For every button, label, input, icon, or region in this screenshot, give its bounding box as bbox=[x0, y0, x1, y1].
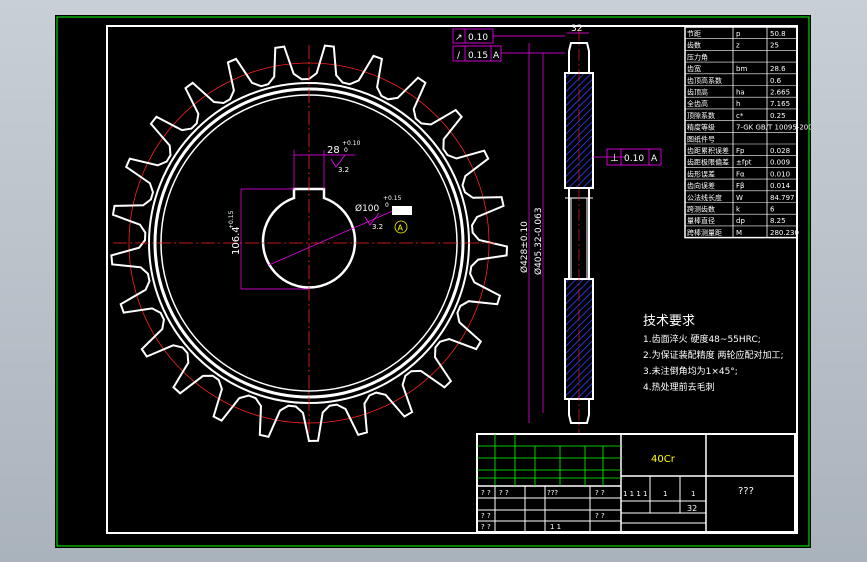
gear-drawing: 28 +0.10 0 3.2 106.4 +0.15 Ø100 +0.15 0 … bbox=[56, 16, 813, 547]
roughness-1: 3.2 bbox=[338, 166, 349, 174]
tb-cell: ? ? bbox=[481, 512, 491, 520]
param-value: 50.8 bbox=[770, 30, 786, 38]
tb-scale: 1 1 1 1 bbox=[623, 490, 648, 498]
param-label: 图纸件号 bbox=[687, 134, 715, 143]
front-view: 28 +0.10 0 3.2 106.4 +0.15 Ø100 +0.15 0 … bbox=[110, 44, 509, 443]
param-label: 公法线长度 bbox=[687, 193, 722, 202]
tb-cell: ? ? bbox=[481, 523, 491, 531]
dim-diam-1: Ø428±0.10 bbox=[519, 221, 530, 273]
param-value: 0.014 bbox=[770, 182, 791, 190]
param-label: 量棒直径 bbox=[687, 216, 715, 225]
dim-bore-tol-low: 0 bbox=[385, 202, 389, 209]
param-value: 2.665 bbox=[770, 89, 790, 97]
param-symbol: ha bbox=[736, 89, 745, 97]
bore-leader bbox=[268, 209, 396, 266]
gdt-3-value: 0.10 bbox=[624, 154, 644, 164]
material: 40Cr bbox=[651, 454, 676, 465]
dim-diam-2: Ø405.32-0.063 bbox=[533, 207, 544, 275]
notes-item-2: 2.为保证装配精度 两轮应配对加工; bbox=[643, 349, 783, 361]
gdt-2-value: 0.15 bbox=[468, 51, 488, 61]
param-symbol: M bbox=[736, 229, 742, 237]
param-value: 0.6 bbox=[770, 77, 782, 85]
param-symbol: Fp bbox=[736, 147, 745, 155]
bore-note-box bbox=[392, 206, 412, 215]
dim-key-width-tol-low: 0 bbox=[344, 147, 348, 154]
param-value: 84.797 bbox=[770, 194, 795, 202]
param-symbol: Fβ bbox=[736, 182, 745, 190]
param-value: 25 bbox=[770, 42, 779, 50]
param-label: 齿形误差 bbox=[687, 169, 715, 178]
param-symbol: Fα bbox=[736, 170, 745, 178]
tb-cell: 1 1 bbox=[550, 523, 561, 531]
gdt-1-value: 0.10 bbox=[468, 33, 488, 43]
gdt-3-symbol: ⊥ bbox=[610, 153, 619, 164]
param-value: 0.009 bbox=[770, 159, 790, 167]
param-symbol: p bbox=[736, 30, 741, 38]
param-label: 齿向误差 bbox=[687, 181, 715, 190]
title-block-grid bbox=[477, 434, 621, 486]
side-view: ↗ 0.10 / 0.15 A 32 Ø428±0.10 Ø405.32-0.0… bbox=[452, 24, 662, 435]
param-symbol: bm bbox=[736, 65, 747, 73]
technical-requirements: 技术要求 1.齿面淬火 硬度48~55HRC; 2.为保证装配精度 两轮应配对加… bbox=[643, 314, 783, 393]
gdt-2-datum: A bbox=[493, 51, 500, 61]
dim-bore: Ø100 bbox=[355, 203, 380, 214]
dim-key-depth-tol: +0.15 bbox=[228, 210, 235, 229]
tb-cell: ??? bbox=[547, 489, 558, 497]
param-label: 跨棒测量距 bbox=[687, 228, 722, 237]
tb-cell: ? ? bbox=[595, 489, 605, 497]
param-label: 全齿高 bbox=[687, 99, 708, 108]
drawing-name: ??? bbox=[738, 486, 754, 497]
param-value: 6 bbox=[770, 206, 775, 214]
tb-cell: 1 bbox=[663, 490, 667, 498]
param-label: 齿宽 bbox=[687, 64, 701, 73]
param-label: 齿距极限偏差 bbox=[687, 158, 729, 167]
gdt-1-symbol: ↗ bbox=[455, 33, 463, 43]
param-value: 7.165 bbox=[770, 100, 790, 108]
param-label: 节距 bbox=[687, 30, 701, 38]
roughness-2: 3.2 bbox=[372, 223, 383, 231]
param-symbol: dp bbox=[736, 217, 745, 225]
parameter-table: 节距 p 50.8 齿数 z 25 压力角齿宽 bm 28.6 齿顶高系数 0.6 齿顶高 ha 2.66… bbox=[684, 26, 813, 239]
param-label: 齿顶高系数 bbox=[687, 76, 722, 85]
param-symbol: ±fpt bbox=[736, 159, 752, 167]
param-symbol: z bbox=[736, 42, 740, 50]
param-value: 0.010 bbox=[770, 170, 790, 178]
drawing-sheet: 28 +0.10 0 3.2 106.4 +0.15 Ø100 +0.15 0 … bbox=[55, 15, 813, 548]
dim-key-depth: 106.4 bbox=[231, 226, 242, 255]
param-label: 齿数 bbox=[687, 41, 701, 50]
sheet-number: 32 bbox=[687, 504, 697, 513]
gdt-2-symbol: / bbox=[457, 51, 461, 61]
param-value: 0.028 bbox=[770, 147, 790, 155]
param-label: 跨测齿数 bbox=[687, 205, 715, 214]
notes-title: 技术要求 bbox=[643, 314, 695, 329]
param-label: 齿距累积误差 bbox=[687, 146, 729, 155]
notes-item-3: 3.未注倒角均为1×45°; bbox=[643, 365, 738, 377]
title-block bbox=[476, 433, 796, 533]
dim-key-width-tol: +0.10 bbox=[342, 140, 361, 147]
param-label: 压力角 bbox=[687, 52, 708, 61]
param-label: 齿顶高 bbox=[687, 88, 708, 97]
dim-width: 32 bbox=[571, 24, 582, 34]
tb-cell: ? ? bbox=[595, 512, 605, 520]
notes-item-4: 4.热处理前去毛刺 bbox=[643, 381, 715, 393]
gdt-3-datum: A bbox=[651, 154, 658, 164]
param-symbol: k bbox=[736, 206, 741, 214]
param-value: 28.6 bbox=[770, 65, 786, 73]
dim-bore-tol: +0.15 bbox=[383, 195, 402, 202]
datum-label: A bbox=[398, 224, 404, 233]
param-symbol: h bbox=[736, 100, 740, 108]
param-value: 8.25 bbox=[770, 217, 786, 225]
param-label: 精度等级 bbox=[687, 123, 715, 132]
param-value: 0.25 bbox=[770, 112, 786, 120]
param-value: 280.230 bbox=[770, 229, 799, 237]
tb-cell: ? ? bbox=[499, 489, 509, 497]
tb-cell: ? ? bbox=[481, 489, 491, 497]
dim-key-width: 28 bbox=[327, 145, 340, 156]
param-symbol: 7-GK GB/T 10095-200 bbox=[736, 124, 811, 132]
notes-item-1: 1.齿面淬火 硬度48~55HRC; bbox=[643, 333, 761, 345]
param-symbol: W bbox=[736, 194, 743, 202]
param-symbol: c* bbox=[736, 112, 744, 120]
tb-cell: 1 bbox=[691, 490, 695, 498]
param-label: 顶隙系数 bbox=[687, 111, 715, 120]
